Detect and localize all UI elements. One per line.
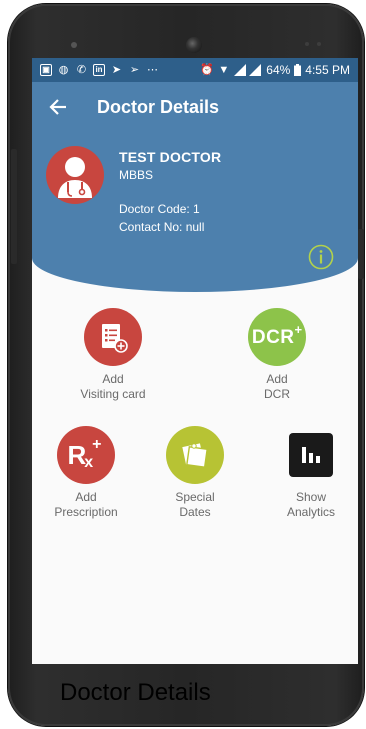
special-dates-button[interactable]: Special Dates — [152, 426, 238, 520]
doctor-contact: Contact No: null — [119, 220, 205, 234]
screenshot-caption: Doctor Details — [60, 679, 211, 706]
phone-frame: ▣ ◍ ✆ in ➤ ➢ ⋯ ⏰ ▼ 64% 4:55 PM Doctor De… — [8, 4, 364, 726]
action-label-line2: Dates — [179, 505, 211, 519]
screen: ▣ ◍ ✆ in ➤ ➢ ⋯ ⏰ ▼ 64% 4:55 PM Doctor De… — [32, 58, 358, 664]
proximity-sensor — [71, 42, 77, 48]
rx-badge-plus: + — [92, 435, 102, 453]
action-label-line2: DCR — [264, 387, 290, 401]
sensor-dot — [317, 42, 321, 46]
battery-icon — [294, 64, 302, 76]
send-notification-icon: ➤ — [111, 63, 122, 76]
wifi-icon: ▼ — [218, 63, 230, 76]
power-button — [358, 229, 364, 279]
dcr-icon: DCR + — [248, 308, 306, 366]
prescription-icon: Rx + — [57, 426, 115, 484]
app-bar: Doctor Details — [32, 82, 358, 132]
dcr-badge-text: DCR — [251, 326, 295, 348]
analytics-icon — [289, 433, 333, 477]
volume-button — [11, 149, 17, 264]
action-label-line2: Prescription — [54, 505, 118, 519]
page-title: Doctor Details — [97, 96, 220, 117]
special-dates-icon — [166, 426, 224, 484]
doctor-degree: MBBS — [119, 168, 154, 182]
doctor-header: TEST DOCTOR MBBS Doctor Code: 1 Contact … — [32, 132, 358, 292]
alarm-icon: ⏰ — [200, 63, 214, 76]
status-time: 4:55 PM — [305, 63, 350, 77]
action-label-line1: Add — [102, 372, 124, 386]
add-prescription-button[interactable]: Rx + Add Prescription — [43, 426, 129, 520]
send-notification-icon: ➢ — [129, 63, 140, 76]
info-icon[interactable] — [308, 244, 334, 270]
doctor-name: TEST DOCTOR — [119, 149, 222, 165]
action-label-line1: Add — [75, 490, 97, 504]
front-camera — [186, 37, 202, 53]
sensor-dot — [305, 42, 309, 46]
action-label-line2: Visiting card — [80, 387, 146, 401]
add-dcr-button[interactable]: DCR + Add DCR — [234, 308, 320, 402]
rx-badge-x: x — [84, 453, 94, 471]
back-arrow-icon[interactable] — [49, 98, 67, 116]
doctor-avatar — [46, 146, 104, 204]
doctor-code: Doctor Code: 1 — [119, 202, 200, 216]
gallery-notification-icon: ▣ — [40, 64, 52, 76]
show-analytics-button[interactable]: Show Analytics — [268, 426, 354, 520]
doctor-icon — [58, 157, 92, 198]
action-label-line2: Analytics — [286, 505, 336, 519]
visiting-card-icon — [84, 308, 142, 366]
action-label-line1: Special — [175, 490, 215, 504]
signal-icon — [234, 64, 262, 76]
add-visiting-card-button[interactable]: Add Visiting card — [70, 308, 156, 402]
action-label-line1: Show — [295, 490, 327, 504]
dcr-badge-plus: + — [294, 321, 303, 337]
battery-percent: 64% — [266, 63, 291, 77]
status-bar: ▣ ◍ ✆ in ➤ ➢ ⋯ ⏰ ▼ 64% 4:55 PM — [32, 58, 358, 82]
action-label-line1: Add — [266, 372, 288, 386]
linkedin-notification-icon: in — [93, 64, 105, 76]
browser-notification-icon: ◍ — [58, 63, 69, 76]
more-notifications-icon: ⋯ — [147, 63, 158, 76]
whatsapp-notification-icon: ✆ — [76, 63, 87, 76]
